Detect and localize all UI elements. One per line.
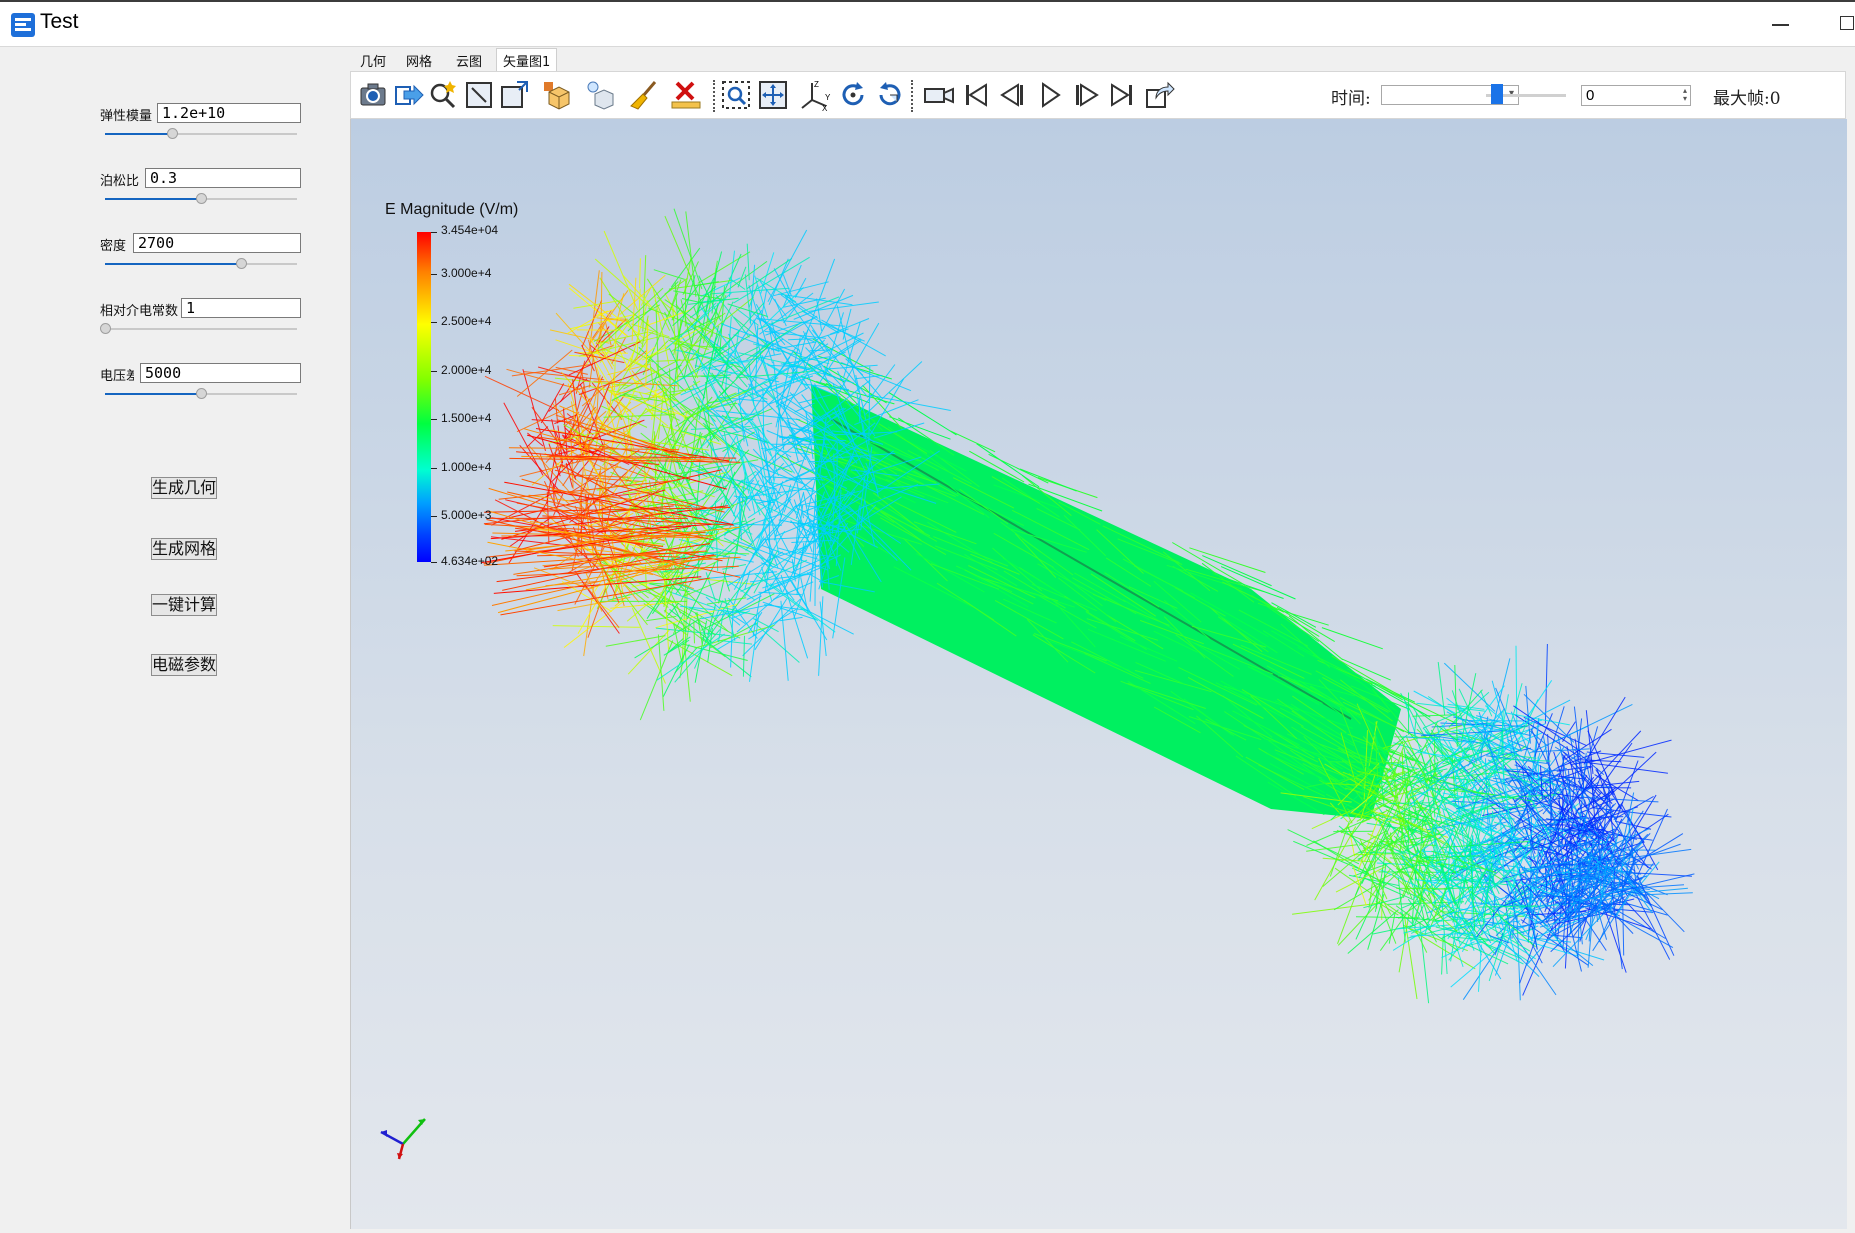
orientation-axes-icon [380, 1118, 426, 1160]
legend-tick [431, 274, 437, 275]
frame-spinbox[interactable]: 0 ▴ ▾ [1581, 85, 1691, 106]
previous-frame-icon[interactable] [996, 78, 1030, 112]
light-cube-icon[interactable] [583, 78, 617, 112]
density-slider[interactable] [105, 263, 297, 265]
last-frame-icon[interactable] [1105, 78, 1139, 112]
svg-text:X: X [822, 104, 828, 112]
tab-bar: 几何 网格 云图 矢量图1 [350, 47, 1855, 72]
legend-label: 1.500e+4 [441, 411, 492, 425]
viewer-toolbar: ZYX 时间: ▾ 0▴▾ 最大帧:0 [350, 71, 1846, 119]
param-label-poisson: 泊松比 [100, 174, 140, 189]
svg-text:Y: Y [825, 93, 831, 102]
display-mode-cube-icon[interactable] [539, 78, 573, 112]
generate-mesh-button[interactable]: 生成网格 [151, 538, 217, 560]
legend-tick [431, 232, 437, 233]
record-video-icon[interactable] [922, 78, 956, 112]
clear-broom-icon[interactable] [627, 78, 661, 112]
svg-text:Z: Z [814, 80, 819, 89]
app-icon [11, 13, 35, 37]
density-slider-thumb[interactable] [236, 258, 248, 269]
frame-value: 0 [1586, 87, 1595, 104]
legend-label: 2.000e+4 [441, 363, 492, 377]
field-arrows-group [481, 208, 1695, 1004]
maximize-button[interactable] [1840, 16, 1854, 30]
color-legend-bar [417, 232, 431, 562]
one-click-compute-button[interactable]: 一键计算 [151, 594, 217, 616]
toolbar-separator [911, 80, 913, 112]
permittivity-input[interactable] [181, 298, 301, 318]
legend-tick [431, 322, 437, 323]
fit-view-icon[interactable] [462, 78, 496, 112]
delete-measure-icon[interactable] [669, 78, 703, 112]
frame-slider-handle[interactable] [1491, 84, 1503, 104]
param-label-density: 密度 [100, 239, 127, 254]
generate-geometry-button[interactable]: 生成几何 [151, 477, 217, 499]
slider-fill [105, 198, 201, 200]
box-select-icon[interactable] [719, 78, 753, 112]
tab-geometry[interactable]: 几何 [360, 51, 386, 70]
zoom-magic-icon[interactable] [426, 78, 460, 112]
legend-tick [431, 371, 437, 372]
em-params-button[interactable]: 电磁参数 [151, 654, 217, 676]
elastic-modulus-input[interactable] [157, 103, 301, 123]
slider-fill [105, 393, 201, 395]
elastic-modulus-slider-thumb[interactable] [167, 128, 179, 139]
param-label-elastic-modulus: 弹性模量 [100, 109, 153, 124]
export-arrow-icon[interactable] [392, 78, 426, 112]
legend-tick [431, 562, 437, 563]
max-frame-label: 最大帧:0 [1713, 89, 1781, 109]
poisson-ratio-slider-thumb[interactable] [196, 193, 207, 204]
param-label-voltage: 电压差 [100, 369, 134, 384]
permittivity-slider[interactable] [105, 328, 297, 330]
screenshot-camera-icon[interactable] [356, 78, 390, 112]
param-label-permittivity: 相对介电常数 [100, 304, 179, 319]
density-input[interactable] [133, 233, 301, 253]
tab-vector-plot-1[interactable]: 矢量图1 [496, 48, 558, 72]
tab-contour[interactable]: 云图 [456, 51, 482, 70]
axes-xyz-icon[interactable]: ZYX [798, 78, 832, 113]
legend-label-min: 4.634e+02 [441, 554, 499, 568]
legend-tick [431, 468, 437, 469]
legend-label: 5.000e+3 [441, 508, 492, 522]
parameter-panel: 弹性模量 泊松比 密度 相对介电常数 电压差 生成几何 生成网格 一键计算 电磁… [0, 47, 350, 1233]
legend-title: E Magnitude (V/m) [385, 201, 519, 218]
toolbar-separator [713, 80, 715, 112]
window-title: Test [40, 10, 79, 33]
poisson-ratio-input[interactable] [145, 168, 301, 188]
rotate-ccw-icon[interactable] [873, 78, 907, 112]
rotate-cw-icon[interactable] [836, 78, 870, 112]
permittivity-slider-thumb[interactable] [100, 323, 111, 334]
legend-tick [431, 419, 437, 420]
first-frame-icon[interactable] [959, 78, 993, 112]
title-bar: Test [0, 0, 1855, 47]
spin-arrows-icon[interactable]: ▴ ▾ [1683, 87, 1687, 103]
slider-fill [105, 263, 242, 265]
voltage-input[interactable] [140, 363, 301, 383]
pan-move-icon[interactable] [756, 78, 790, 112]
tab-mesh[interactable]: 网格 [406, 51, 432, 70]
voltage-slider-thumb[interactable] [196, 388, 207, 399]
minimize-button[interactable] [1772, 24, 1789, 26]
play-icon[interactable] [1033, 78, 1067, 112]
vector-field-render [380, 208, 1695, 1160]
export-animation-icon[interactable] [1142, 78, 1176, 112]
elastic-modulus-slider[interactable] [105, 133, 297, 135]
window-zoom-icon[interactable] [497, 78, 531, 112]
legend-label: 3.000e+4 [441, 266, 492, 280]
legend-label: 2.500e+4 [441, 314, 492, 328]
time-label: 时间: [1331, 89, 1371, 109]
legend-tick [431, 516, 437, 517]
legend-label-max: 3.454e+04 [441, 223, 499, 237]
slider-fill [105, 133, 173, 135]
legend-label: 1.000e+4 [441, 460, 492, 474]
render-viewport[interactable]: E Magnitude (V/m) 3.454e+04 3.000e+4 2.5… [350, 119, 1847, 1229]
next-frame-icon[interactable] [1069, 78, 1103, 112]
